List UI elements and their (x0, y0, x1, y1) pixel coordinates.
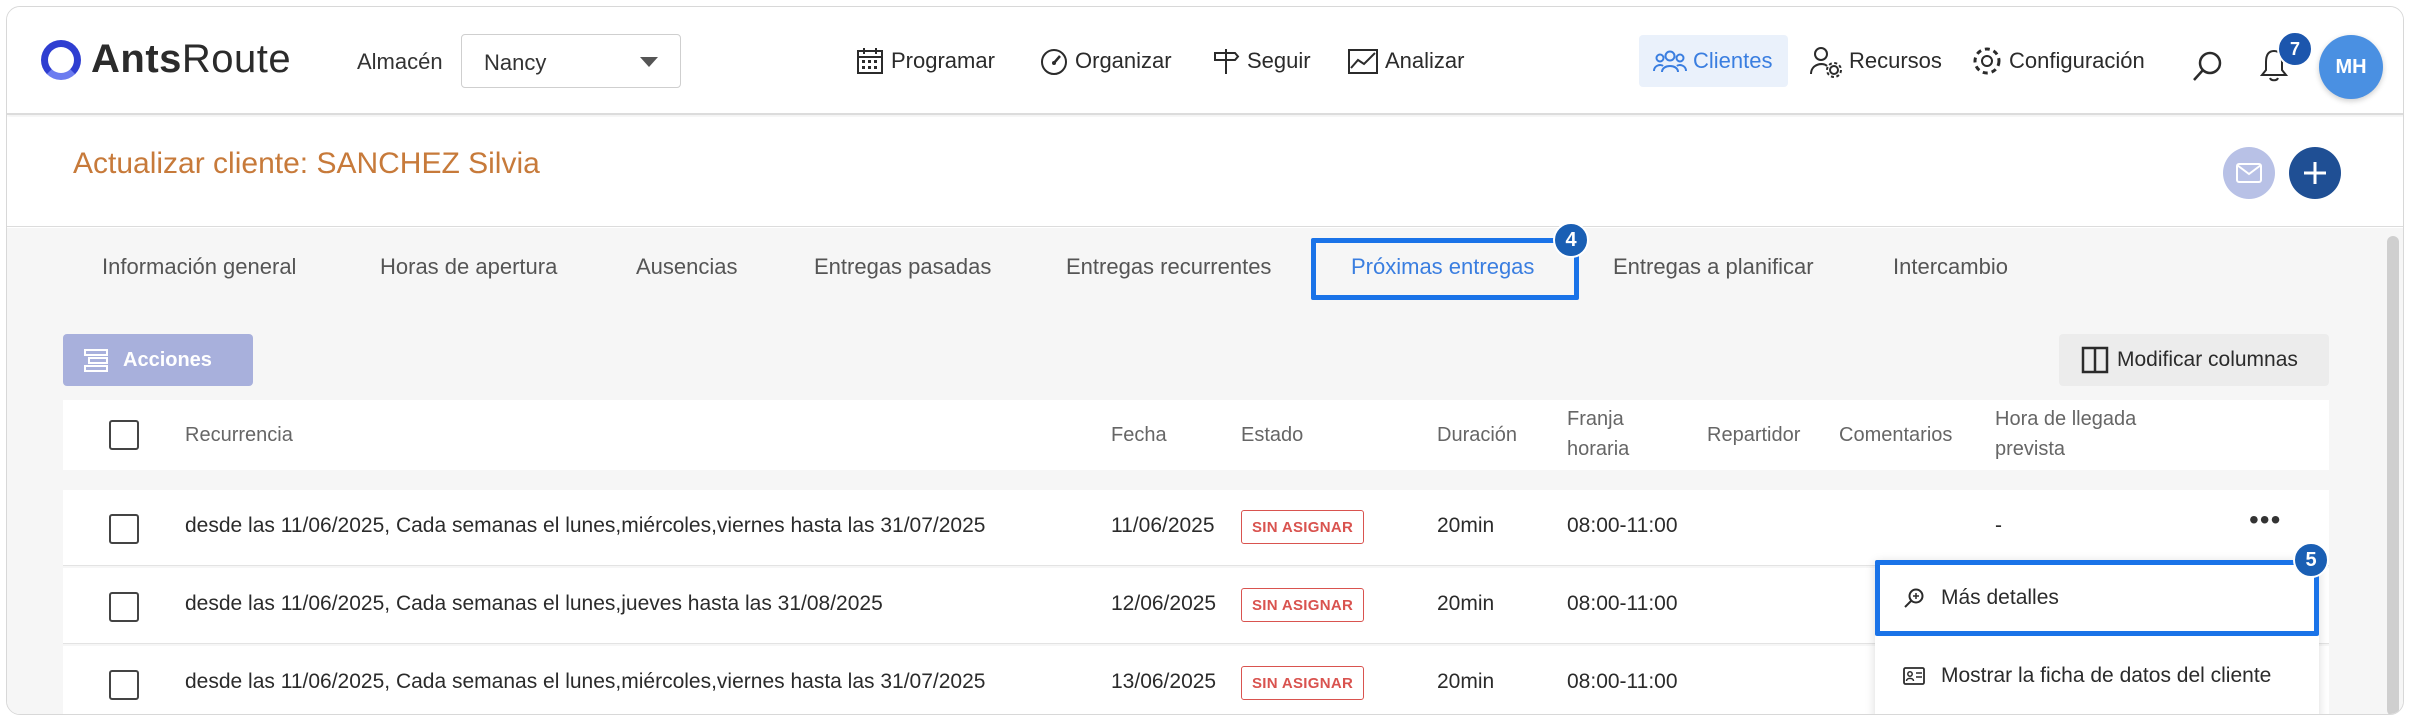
tab-entregas-pasadas[interactable]: Entregas pasadas (814, 254, 991, 280)
tab-ausencias[interactable]: Ausencias (636, 254, 738, 280)
status-badge: SIN ASIGNAR (1241, 588, 1365, 622)
list-actions-icon (84, 349, 108, 372)
gauge-icon (1041, 49, 1067, 75)
row-recurrence: desde las 11/06/2025, Cada semanas el lu… (185, 670, 986, 693)
nav-organizar[interactable]: Organizar (1039, 35, 1172, 87)
tab-horas-de-apertura[interactable]: Horas de apertura (380, 254, 557, 280)
nav-programar[interactable]: Programar (855, 35, 995, 87)
logo-icon (41, 39, 81, 80)
nav-seguir-label: Seguir (1247, 48, 1311, 73)
nav-analizar-label: Analizar (1385, 48, 1465, 73)
page-title: Actualizar cliente: SANCHEZ Silvia (73, 147, 540, 180)
nav-recursos-label: Recursos (1849, 48, 1942, 73)
actions-label: Acciones (123, 348, 212, 371)
tab-entregas-a-planificar[interactable]: Entregas a planificar (1613, 254, 1814, 280)
search-icon (2193, 51, 2222, 81)
row-date: 11/06/2025 (1111, 514, 1215, 537)
warehouse-select[interactable]: Nancy (461, 34, 681, 88)
header-recurrencia[interactable]: Recurrencia (185, 420, 293, 450)
row-duration: 20min (1437, 670, 1495, 693)
header-prevista[interactable]: prevista (1995, 434, 2065, 464)
more-options-icon[interactable]: ••• (2249, 504, 2281, 536)
gear-icon (1973, 47, 2001, 75)
nav-configuracion-label: Configuración (2009, 48, 2145, 73)
users-icon (1653, 50, 1687, 73)
tab-informacion-general[interactable]: Información general (102, 254, 296, 280)
row-recurrence: desde las 11/06/2025, Cada semanas el lu… (185, 592, 883, 615)
vertical-scrollbar[interactable] (2387, 236, 2399, 714)
chart-icon (1348, 49, 1378, 74)
id-card-icon (1903, 667, 1925, 685)
nav-organizar-label: Organizar (1075, 48, 1172, 73)
app-logo[interactable]: AntsRoute (41, 37, 291, 82)
nav-programar-label: Programar (891, 48, 995, 73)
header-hora-llegada[interactable]: Hora de llegada (1995, 404, 2136, 434)
warehouse-label: Almacén (357, 49, 443, 74)
row-date: 12/06/2025 (1111, 592, 1217, 615)
warehouse-value: Nancy (484, 50, 547, 75)
table-header: Recurrencia Fecha Estado Duración Franja… (63, 400, 2329, 470)
tab-highlight-frame (1311, 238, 1579, 300)
header-duracion[interactable]: Duración (1437, 420, 1517, 450)
row-eta: - (1995, 514, 2002, 537)
row-duration: 20min (1437, 514, 1495, 537)
chevron-down-icon (640, 57, 658, 67)
plus-icon (2304, 162, 2326, 184)
notification-count-badge: 7 (2277, 31, 2313, 67)
add-button[interactable] (2289, 147, 2341, 199)
logo-text-light: Route (181, 37, 292, 81)
user-gear-icon (1810, 47, 1842, 78)
header-fecha[interactable]: Fecha (1111, 420, 1167, 450)
modify-columns-label: Modificar columnas (2117, 348, 2298, 371)
row-slot: 08:00-11:00 (1567, 592, 1678, 615)
calendar-icon (857, 48, 883, 74)
tab-intercambio[interactable]: Intercambio (1893, 254, 2008, 280)
logo-text-bold: Ants (91, 37, 182, 81)
row-checkbox[interactable] (109, 670, 139, 700)
row-duration: 20min (1437, 592, 1495, 615)
menu-highlight-frame (1875, 560, 2319, 636)
menu-item-ficha-cliente-label: Mostrar la ficha de datos del cliente (1941, 664, 2272, 687)
nav-clientes-label: Clientes (1693, 48, 1773, 73)
app-window: AntsRoute Almacén Nancy Programar Organi… (6, 6, 2404, 715)
status-badge: SIN ASIGNAR (1241, 666, 1365, 700)
header-estado[interactable]: Estado (1241, 420, 1303, 450)
modify-columns-button[interactable]: Modificar columnas (2059, 334, 2329, 386)
row-context-menu: Más detalles Mostrar la ficha de datos d… (1875, 560, 2319, 714)
nav-analizar[interactable]: Analizar (1347, 35, 1464, 87)
nav-recursos[interactable]: Recursos (1809, 35, 1942, 87)
nav-configuracion[interactable]: Configuración (1971, 35, 2145, 87)
select-all-checkbox[interactable] (109, 420, 139, 450)
user-avatar[interactable]: MH (2319, 35, 2383, 99)
mail-icon (2236, 163, 2262, 183)
top-navbar: AntsRoute Almacén Nancy Programar Organi… (7, 7, 2403, 115)
header-horaria[interactable]: horaria (1567, 434, 1629, 464)
nav-seguir[interactable]: Seguir (1211, 35, 1311, 87)
header-franja[interactable]: Franja (1567, 404, 1624, 434)
email-button[interactable] (2223, 147, 2275, 199)
step-badge-menu: 5 (2293, 542, 2329, 578)
nav-clientes[interactable]: Clientes (1639, 35, 1789, 87)
tab-entregas-recurrentes[interactable]: Entregas recurrentes (1066, 254, 1271, 280)
step-badge-tab: 4 (1553, 222, 1589, 258)
table-row[interactable]: desde las 11/06/2025, Cada semanas el lu… (63, 490, 2329, 566)
status-badge: SIN ASIGNAR (1241, 510, 1365, 544)
columns-icon (2081, 346, 2109, 374)
content-area: Información general Horas de apertura Au… (7, 222, 2403, 714)
signpost-icon (1214, 49, 1240, 74)
menu-item-ficha-cliente[interactable]: Mostrar la ficha de datos del cliente (1875, 638, 2319, 714)
search-button[interactable] (2191, 49, 2225, 88)
row-checkbox[interactable] (109, 514, 139, 544)
row-slot: 08:00-11:00 (1567, 670, 1678, 693)
row-slot: 08:00-11:00 (1567, 514, 1678, 537)
header-repartidor[interactable]: Repartidor (1707, 420, 1800, 450)
row-recurrence: desde las 11/06/2025, Cada semanas el lu… (185, 514, 986, 537)
row-date: 13/06/2025 (1111, 670, 1217, 693)
page-header: Actualizar cliente: SANCHEZ Silvia (7, 117, 2403, 227)
header-comentarios[interactable]: Comentarios (1839, 420, 1952, 450)
row-checkbox[interactable] (109, 592, 139, 622)
actions-button[interactable]: Acciones (63, 334, 253, 386)
